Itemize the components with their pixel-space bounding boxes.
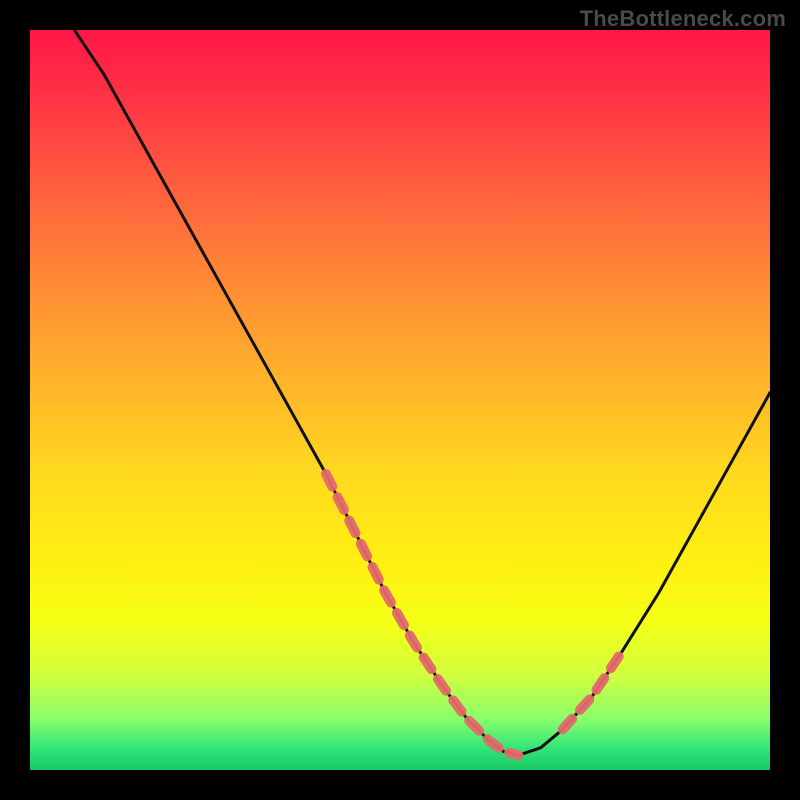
chart-frame: TheBottleneck.com [0,0,800,800]
watermark-text: TheBottleneck.com [580,6,786,32]
curve-svg [30,30,770,770]
highlight-segment-0 [326,474,518,755]
bottleneck-curve [74,30,770,755]
highlight-segment-1 [563,652,622,730]
plot-area [30,30,770,770]
